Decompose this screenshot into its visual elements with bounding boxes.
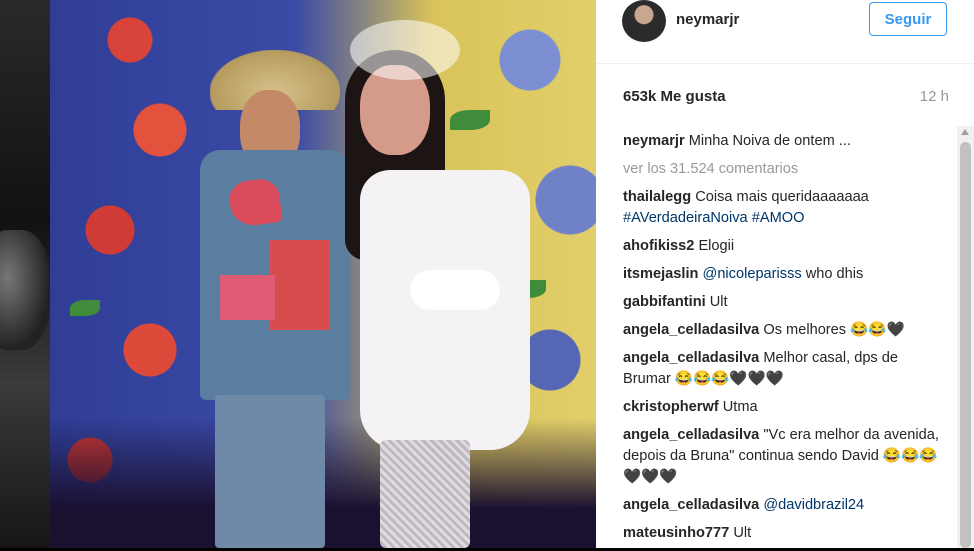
post-side-panel: neymarjr Seguir 653k Me gusta 12 h neyma… <box>596 0 974 548</box>
list-item: mateusinho777 Ult <box>623 523 948 544</box>
scrollbar-thumb[interactable] <box>960 142 971 548</box>
comment-username[interactable]: itsmejaslin <box>623 266 698 282</box>
likes-count[interactable]: 653k Me gusta <box>623 88 726 105</box>
comment-text: Os melhores 😂😂🖤 <box>763 322 905 338</box>
white-dress <box>360 170 530 450</box>
comment-username[interactable]: ckristopherwf <box>623 399 719 415</box>
follow-button[interactable]: Seguir <box>869 2 947 36</box>
comments-scrollbar[interactable] <box>957 126 974 548</box>
person-bride <box>320 20 550 548</box>
comment-username[interactable]: ahofikiss2 <box>623 238 694 254</box>
floral-leaf <box>70 300 100 316</box>
comment-text: Ult <box>709 294 728 310</box>
comment-username[interactable]: angela_celladasilva <box>623 350 759 366</box>
jeans <box>215 395 325 548</box>
comment-mention[interactable]: @nicoleparisss <box>703 266 802 282</box>
comment-username[interactable]: mateusinho777 <box>623 525 729 541</box>
list-item: angela_celladasilva Melhor casal, dps de… <box>623 348 948 390</box>
post-username[interactable]: neymarjr <box>676 11 739 28</box>
comment-text: Ult <box>733 525 752 541</box>
comment-text: Minha Noiva de ontem ... <box>688 133 851 149</box>
list-item: thailalegg Coisa mais queridaaaaaaa #AVe… <box>623 187 948 229</box>
shoe-image-fragment <box>0 230 50 350</box>
list-item: itsmejaslin @nicoleparisss who dhis <box>623 264 948 285</box>
comment-username[interactable]: neymarjr <box>623 133 685 149</box>
view-all-comments-link[interactable]: ver los 31.524 comentarios <box>623 159 948 180</box>
list-item: angela_celladasilva @davidbrazil24 <box>623 495 948 516</box>
comment-text: who dhis <box>805 266 864 282</box>
list-item: angela_celladasilva "Vc era melhor da av… <box>623 425 948 488</box>
comment-mention[interactable]: @davidbrazil24 <box>763 497 864 513</box>
comment-username[interactable]: angela_celladasilva <box>623 322 759 338</box>
comment-hashtags[interactable]: #AVerdadeiraNoiva #AMOO <box>623 210 804 226</box>
avatar[interactable] <box>622 0 666 42</box>
gloved-arm <box>410 270 500 310</box>
bride-veil <box>350 20 460 80</box>
comment-username[interactable]: gabbifantini <box>623 294 706 310</box>
comment-text: Utma <box>722 399 758 415</box>
list-item: angela_celladasilva Os melhores 😂😂🖤 <box>623 320 948 341</box>
list-item: gabbifantini Ult <box>623 292 948 313</box>
caption: neymarjr Minha Noiva de ontem ... <box>623 131 948 152</box>
list-item: ckristopherwf Utma <box>623 397 948 418</box>
post-time[interactable]: 12 h <box>920 88 949 105</box>
post-header: neymarjr Seguir <box>596 0 974 64</box>
comment-username[interactable]: angela_celladasilva <box>623 497 759 513</box>
adjacent-post-strip <box>0 0 50 548</box>
comment-username[interactable]: thailalegg <box>623 189 691 205</box>
scroll-up-arrow-icon[interactable] <box>961 129 969 135</box>
comment-username[interactable]: angela_celladasilva <box>623 427 759 443</box>
comment-text: Coisa mais queridaaaaaaa <box>695 189 869 205</box>
fishnet-stockings <box>380 440 470 548</box>
pink-patch <box>220 275 275 320</box>
comments-list: neymarjr Minha Noiva de ontem ... ver lo… <box>623 131 948 551</box>
post-photo[interactable] <box>50 0 596 548</box>
list-item: ahofikiss2 Elogii <box>623 236 948 257</box>
comment-text: Elogii <box>698 238 735 254</box>
